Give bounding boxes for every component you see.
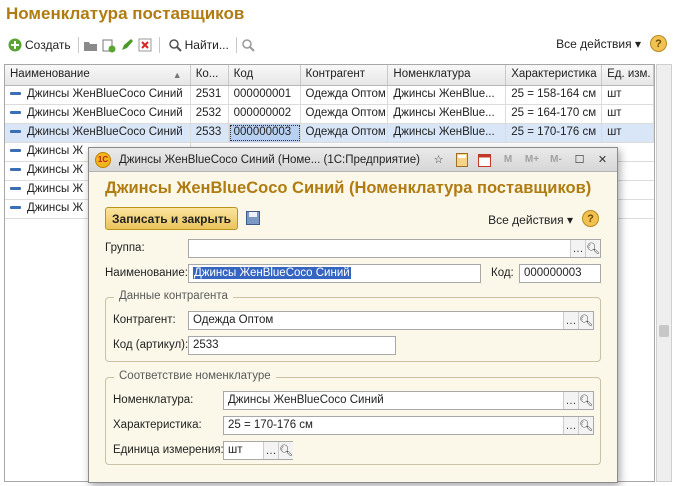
memory-add-button[interactable]: M+: [523, 151, 541, 168]
article-label: Код (артикул):: [113, 339, 189, 351]
current-cell[interactable]: 000000003: [228, 124, 301, 142]
characteristic-label: Характеристика:: [113, 419, 202, 431]
characteristic-field[interactable]: 25 = 170-176 см: [223, 416, 594, 435]
window-titlebar[interactable]: 1С Джинсы ЖенBlueCoco Синий (Номе... (1С…: [89, 148, 617, 172]
column-header-unit[interactable]: Ед. изм.: [602, 65, 654, 85]
table-row[interactable]: Джинсы ЖенBlueCoco Синий 2532 000000002 …: [5, 105, 654, 124]
toolbar-separator: [77, 37, 79, 53]
vertical-scrollbar[interactable]: [656, 64, 672, 482]
save-and-close-button[interactable]: Записать и закрыть: [105, 207, 238, 230]
column-header-characteristic[interactable]: Характеристика: [506, 65, 603, 85]
delete-icon[interactable]: [137, 37, 153, 53]
counterparty-ellipsis-button[interactable]: …: [563, 312, 578, 329]
unit-ellipsis-button[interactable]: …: [263, 442, 278, 459]
nomenclature-group-title: Соответствие номенклатуре: [114, 370, 276, 382]
window-title: Джинсы ЖенBlueCoco Синий (Номе... (1С:Пр…: [119, 153, 420, 166]
calculator-icon[interactable]: [453, 151, 470, 168]
counterparty-field[interactable]: Одежда Оптом: [188, 311, 594, 330]
form-heading: Джинсы ЖенBlueCoco Синий (Номенклатура п…: [105, 179, 592, 197]
nomenclature-ellipsis-button[interactable]: …: [563, 392, 578, 409]
table-row-selected[interactable]: Джинсы ЖенBlueCoco Синий 2533 000000003 …: [5, 124, 654, 143]
maximize-icon[interactable]: ☐: [571, 151, 588, 168]
form-help-icon[interactable]: ?: [582, 210, 599, 227]
help-icon[interactable]: ?: [650, 35, 667, 52]
item-icon: [10, 130, 21, 134]
favorite-star-icon[interactable]: ☆: [430, 151, 447, 168]
column-header-code[interactable]: Код: [229, 65, 301, 85]
scroll-thumb[interactable]: [659, 325, 669, 337]
memory-subtract-button[interactable]: M-: [547, 151, 565, 168]
all-actions-menu[interactable]: Все действия ▾: [556, 37, 641, 51]
item-edit-window: 1С Джинсы ЖенBlueCoco Синий (Номе... (1С…: [88, 147, 618, 483]
copy-icon[interactable]: [101, 37, 117, 53]
close-icon[interactable]: ✕: [594, 151, 611, 168]
item-icon: [10, 187, 21, 191]
table-row[interactable]: Джинсы ЖенBlueCoco Синий 2531 000000001 …: [5, 86, 654, 105]
column-header-name[interactable]: Наименование ▲: [5, 65, 191, 85]
characteristic-open-icon[interactable]: 🔍︎: [578, 417, 593, 434]
find-button[interactable]: Найти...: [164, 35, 232, 55]
nomenclature-label: Номенклатура:: [113, 394, 194, 406]
create-button[interactable]: Создать: [4, 35, 74, 55]
column-header-counterparty[interactable]: Контрагент: [301, 65, 389, 85]
item-icon: [10, 206, 21, 210]
item-icon: [10, 168, 21, 172]
toolbar: Создать Найти... Все действия ▾ ?: [4, 34, 671, 56]
column-header-article[interactable]: Ко...: [191, 65, 229, 85]
app-logo-icon: 1С: [95, 151, 111, 168]
item-icon: [10, 92, 21, 96]
memory-m-button[interactable]: M: [499, 151, 517, 168]
unit-open-icon[interactable]: 🔍︎: [278, 442, 293, 459]
folder-icon[interactable]: [83, 37, 99, 53]
ellipsis-button[interactable]: …: [570, 240, 585, 257]
page-title: Номенклатура поставщиков: [6, 4, 245, 23]
item-icon: [10, 111, 21, 115]
code-field[interactable]: 000000003: [519, 264, 601, 283]
counterparty-label: Контрагент:: [113, 314, 176, 326]
name-field[interactable]: Джинсы ЖенBlueCoco Синий: [188, 264, 481, 283]
find-label: Найти...: [184, 38, 229, 52]
filter-search-icon[interactable]: [241, 37, 257, 53]
group-field[interactable]: [188, 239, 601, 258]
nomenclature-open-icon[interactable]: 🔍︎: [578, 392, 593, 409]
toolbar-separator: [235, 37, 237, 53]
save-disk-icon[interactable]: [246, 211, 260, 225]
name-label: Наименование:: [105, 267, 188, 279]
counterparty-group-title: Данные контрагента: [114, 290, 233, 302]
form-all-actions-menu[interactable]: Все действия ▾: [488, 213, 573, 227]
window-controls: ☆ M M+ M- ☐ ✕: [430, 151, 611, 168]
code-label: Код:: [491, 267, 514, 279]
column-header-nomenclature[interactable]: Номенклатура: [388, 65, 507, 85]
characteristic-ellipsis-button[interactable]: …: [563, 417, 578, 434]
article-field[interactable]: 2533: [188, 336, 396, 355]
group-label: Группа:: [105, 242, 145, 254]
nomenclature-field[interactable]: Джинсы ЖенBlueCoco Синий: [223, 391, 594, 410]
plus-circle-icon: [7, 37, 23, 53]
table-header: Наименование ▲ Ко... Код Контрагент Номен…: [5, 65, 654, 86]
item-icon: [10, 149, 21, 153]
create-label: Создать: [25, 38, 71, 52]
edit-pencil-icon[interactable]: [119, 37, 135, 53]
search-icon: [167, 37, 183, 53]
calendar-icon[interactable]: [476, 151, 493, 168]
open-search-icon[interactable]: 🔍︎: [585, 240, 600, 257]
unit-label: Единица измерения:: [113, 444, 224, 456]
toolbar-separator: [158, 37, 160, 53]
sort-icon: ▲: [172, 70, 182, 80]
counterparty-open-icon[interactable]: 🔍︎: [578, 312, 593, 329]
